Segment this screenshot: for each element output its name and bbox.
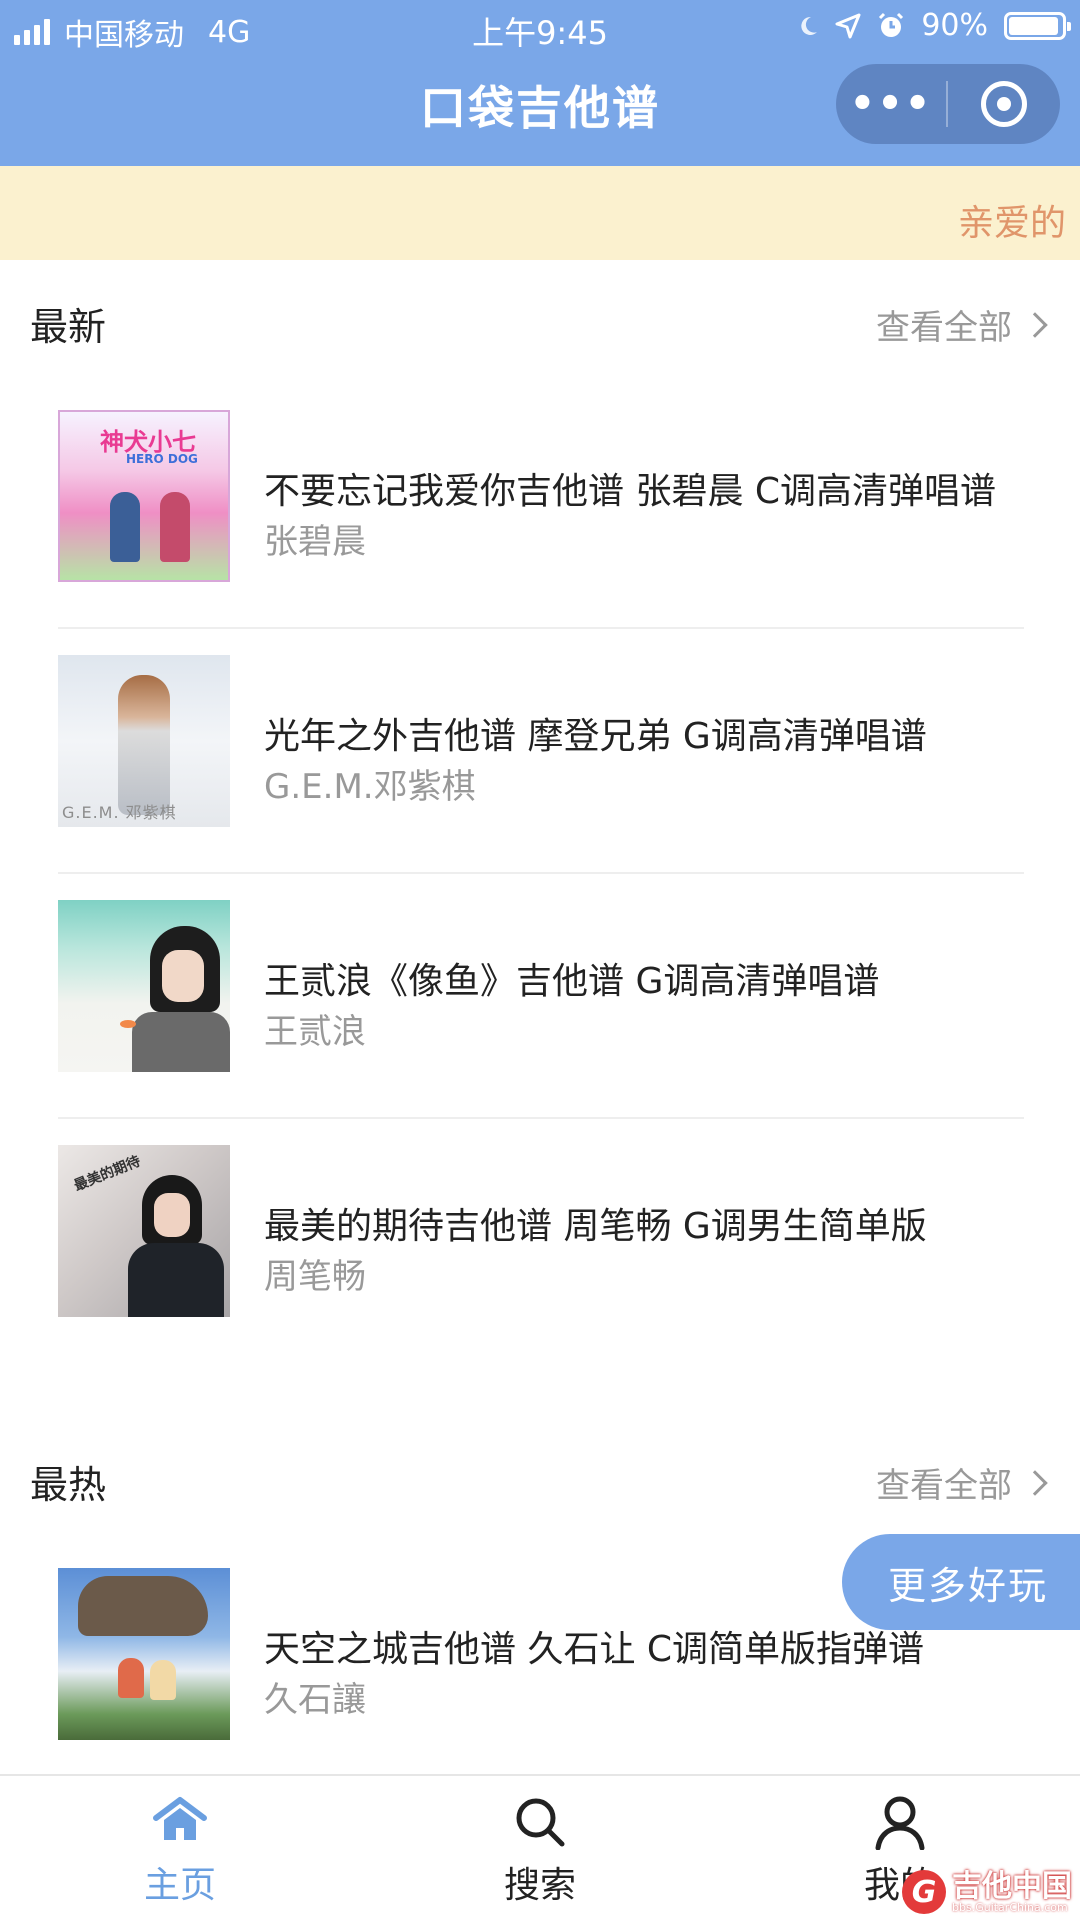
- target-icon: [981, 81, 1027, 127]
- watermark-text: 吉他中国: [952, 1868, 1072, 1904]
- song-title: 不要忘记我爱你吉他谱 张碧晨 C调高清弹唱谱: [264, 471, 997, 512]
- tab-label: 搜索: [503, 1865, 576, 1906]
- divider: [58, 872, 1024, 874]
- song-artist: 久石讓: [264, 1680, 366, 1720]
- home-icon: [153, 1797, 207, 1840]
- cover-title: 最美的期待: [71, 1153, 143, 1195]
- alarm-icon: [879, 12, 904, 37]
- miniprogram-capsule: •••: [836, 64, 1060, 144]
- chevron-right-icon: [1022, 311, 1048, 338]
- close-button[interactable]: [948, 81, 1060, 127]
- album-cover: G.E.M. 邓紫棋: [58, 655, 230, 827]
- cover-text: G.E.M. 邓紫棋: [62, 803, 177, 822]
- album-cover: 神犬小七 HERO DOG: [58, 410, 230, 582]
- album-cover: [58, 1568, 230, 1740]
- song-title: 最美的期待吉他谱 周笔畅 G调男生简单版: [264, 1206, 927, 1247]
- watermark-logo-icon: G: [902, 1870, 946, 1914]
- moon-icon: [801, 16, 818, 35]
- song-title: 光年之外吉他谱 摩登兄弟 G调高清弹唱谱: [264, 716, 927, 757]
- view-all-label: 查看全部: [876, 1466, 1012, 1506]
- chevron-right-icon: [1022, 1469, 1048, 1496]
- divider: [58, 627, 1024, 629]
- latest-section-header: 最新 查看全部: [0, 296, 1080, 356]
- song-artist: G.E.M.邓紫棋: [264, 767, 476, 807]
- album-cover: 最美的期待: [58, 1145, 230, 1317]
- tab-home[interactable]: 主页: [50, 1776, 310, 1920]
- song-list-item[interactable]: 神犬小七 HERO DOG 不要忘记我爱你吉他谱 张碧晨 C调高清弹唱谱 张碧晨: [58, 410, 1024, 654]
- notice-text: 亲爱的: [958, 203, 1067, 244]
- hottest-view-all-link[interactable]: 查看全部: [876, 1458, 1048, 1507]
- location-icon: [835, 13, 861, 38]
- tab-search[interactable]: 搜索: [410, 1776, 670, 1920]
- song-list-item[interactable]: 王贰浪《像鱼》吉他谱 G调高清弹唱谱 王贰浪: [58, 900, 1024, 1144]
- view-all-label: 查看全部: [876, 308, 1012, 348]
- song-list-item[interactable]: G.E.M. 邓紫棋 光年之外吉他谱 摩登兄弟 G调高清弹唱谱 G.E.M.邓紫…: [58, 655, 1024, 899]
- latest-view-all-link[interactable]: 查看全部: [876, 300, 1048, 349]
- notice-banner[interactable]: 亲爱的: [0, 166, 1080, 260]
- watermark-url: bbs.GuitarChina.com: [952, 1900, 1068, 1914]
- hottest-section-header: 最热 查看全部: [0, 1454, 1080, 1514]
- divider: [58, 1117, 1024, 1119]
- status-bar: 中国移动 4G 上午9:45 90%: [0, 0, 1080, 56]
- search-icon: [516, 1798, 565, 1847]
- song-list-item[interactable]: 最美的期待 最美的期待吉他谱 周笔畅 G调男生简单版 周笔畅: [58, 1145, 1024, 1389]
- song-title: 王贰浪《像鱼》吉他谱 G调高清弹唱谱: [264, 961, 880, 1002]
- user-icon: [875, 1796, 925, 1850]
- tab-label: 主页: [143, 1865, 216, 1906]
- song-artist: 张碧晨: [264, 522, 366, 562]
- song-artist: 王贰浪: [264, 1012, 366, 1052]
- latest-section-title: 最新: [30, 305, 107, 349]
- hottest-section-title: 最热: [30, 1463, 107, 1507]
- battery-percent: 90%: [921, 8, 988, 43]
- tab-bar: 主页 搜索 我的 G 吉他中国 bbs.GuitarChina.com: [0, 1774, 1080, 1920]
- song-artist: 周笔畅: [264, 1257, 366, 1297]
- top-bar: 中国移动 4G 上午9:45 90% 口袋吉他谱 •••: [0, 0, 1080, 166]
- more-fun-button[interactable]: 更多好玩: [842, 1534, 1080, 1630]
- album-cover: [58, 900, 230, 1072]
- more-button[interactable]: •••: [836, 81, 946, 127]
- battery-icon: [1004, 11, 1071, 40]
- status-right: 90%: [797, 8, 1071, 43]
- watermark: G 吉他中国 bbs.GuitarChina.com: [902, 1870, 1072, 1914]
- cover-subtitle: HERO DOG: [126, 452, 198, 466]
